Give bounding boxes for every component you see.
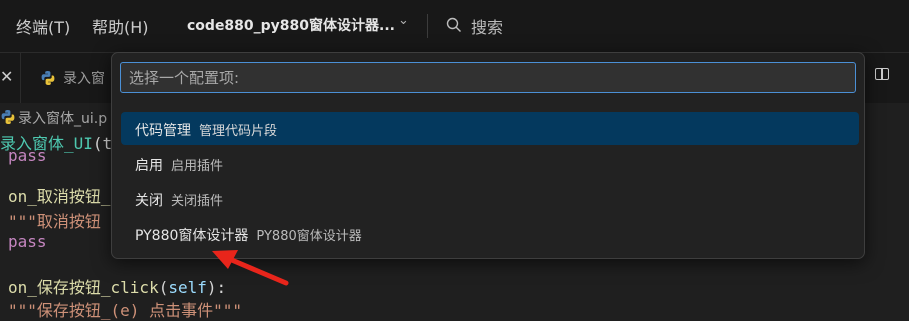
quick-pick-item-disable[interactable]: 关闭 关闭插件 <box>121 182 859 215</box>
code-text: ): <box>206 278 227 297</box>
item-label: PY880窗体设计器 <box>135 228 249 244</box>
code-line: """保存按钮_(e) 点击事件""" <box>8 301 242 320</box>
code-line: on_保存按钮_click(self): <box>8 274 226 298</box>
menu-terminal[interactable]: 终端(T) <box>16 14 70 38</box>
quick-pick-item-enable[interactable]: 启用 启用插件 <box>121 147 859 180</box>
search-label[interactable]: 搜索 <box>471 14 503 38</box>
close-icon[interactable]: ✕ <box>0 67 13 86</box>
param-self: self <box>168 278 207 297</box>
quick-pick-input[interactable] <box>121 63 855 92</box>
tab-divider <box>20 53 21 103</box>
code-line: pass <box>8 146 47 165</box>
code-line: on_取消按钮_ <box>8 187 111 206</box>
item-description: PY880窗体设计器 <box>256 229 362 244</box>
title-bar: 终端(T) 帮助(H) code880_py880窗体设计器... ⌄ 搜索 <box>0 0 909 52</box>
item-description: 关闭插件 <box>171 194 224 209</box>
quick-pick-item-code-manage[interactable]: 代码管理 管理代码片段 <box>121 112 859 145</box>
project-name[interactable]: code880_py880窗体设计器... <box>187 15 395 35</box>
tab-recording-form[interactable]: 录入窗 <box>63 68 105 88</box>
breadcrumb-file[interactable]: 录入窗体_ui.p <box>18 108 107 128</box>
code-text: (t <box>92 134 113 153</box>
code-text: ( <box>158 278 169 297</box>
quick-pick-item-form-designer[interactable]: PY880窗体设计器 PY880窗体设计器 <box>121 217 859 250</box>
menu-help[interactable]: 帮助(H) <box>92 14 149 38</box>
item-description: 管理代码片段 <box>199 124 278 139</box>
item-label: 代码管理 <box>135 123 191 139</box>
quick-pick-input-box <box>120 62 856 93</box>
search-icon[interactable] <box>446 17 462 33</box>
chevron-down-icon[interactable]: ⌄ <box>398 13 409 28</box>
python-file-icon <box>41 71 55 85</box>
item-label: 关闭 <box>135 193 163 209</box>
function-name: on_保存按钮_click <box>8 278 159 297</box>
split-editor-icon[interactable] <box>875 68 889 80</box>
title-divider <box>427 14 428 38</box>
python-file-icon <box>1 110 15 124</box>
item-label: 启用 <box>135 158 163 174</box>
item-description: 启用插件 <box>171 159 224 174</box>
code-line: pass <box>8 232 47 251</box>
code-line: """取消按钮 <box>8 212 101 231</box>
quick-pick: 代码管理管理代码片段 启用启用插件 关闭关闭插件 PY880窗体设计器PY880… <box>111 52 865 259</box>
